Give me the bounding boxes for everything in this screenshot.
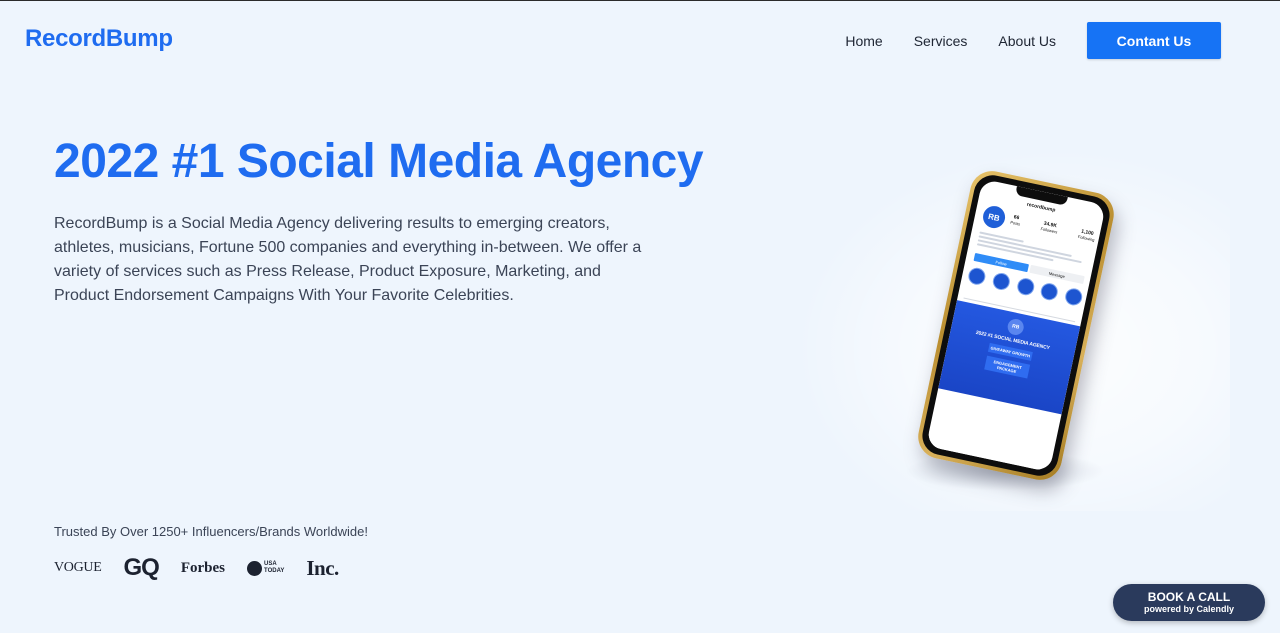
forbes-logo: Forbes	[180, 559, 226, 576]
site-logo[interactable]: RecordBump	[25, 25, 173, 53]
usa-today-circle-icon	[247, 560, 263, 576]
highlight-icon	[1015, 276, 1036, 297]
hero-description: RecordBump is a Social Media Agency deli…	[54, 215, 642, 304]
post-logo: RB	[1006, 317, 1026, 337]
profile-avatar: RB	[981, 204, 1008, 231]
stat-followers: 34.9K Followers	[1040, 220, 1058, 235]
main-nav: Home Services About Us Contant Us	[845, 22, 1221, 59]
highlight-icon	[1039, 281, 1060, 302]
inc-logo: Inc.	[306, 555, 339, 580]
usa-today-logo: USA TODAY	[247, 560, 284, 576]
highlight-icon	[1063, 286, 1084, 307]
highlight-icon	[991, 271, 1012, 292]
gq-logo: GQ	[123, 554, 160, 581]
book-a-call-label: BOOK A CALL	[1147, 590, 1231, 604]
trusted-by-text: Trusted By Over 1250+ Influencers/Brands…	[54, 524, 368, 539]
hero-title: 2022 #1 Social Media Agency	[54, 135, 704, 188]
press-logos: VOGUE GQ Forbes USA TODAY Inc.	[54, 553, 361, 583]
book-a-call-button[interactable]: BOOK A CALL powered by Calendly	[1113, 584, 1265, 621]
highlight-icon	[966, 266, 987, 287]
vogue-logo: VOGUE	[54, 560, 102, 575]
nav-home[interactable]: Home	[845, 33, 882, 49]
contact-us-button[interactable]: Contant Us	[1087, 22, 1221, 59]
stat-following: 1,100 Following	[1077, 228, 1096, 243]
powered-by-calendly-label: powered by Calendly	[1143, 604, 1235, 614]
nav-about-us[interactable]: About Us	[998, 33, 1056, 49]
nav-services[interactable]: Services	[914, 33, 968, 49]
stat-posts: 66 Posts	[1009, 214, 1021, 227]
